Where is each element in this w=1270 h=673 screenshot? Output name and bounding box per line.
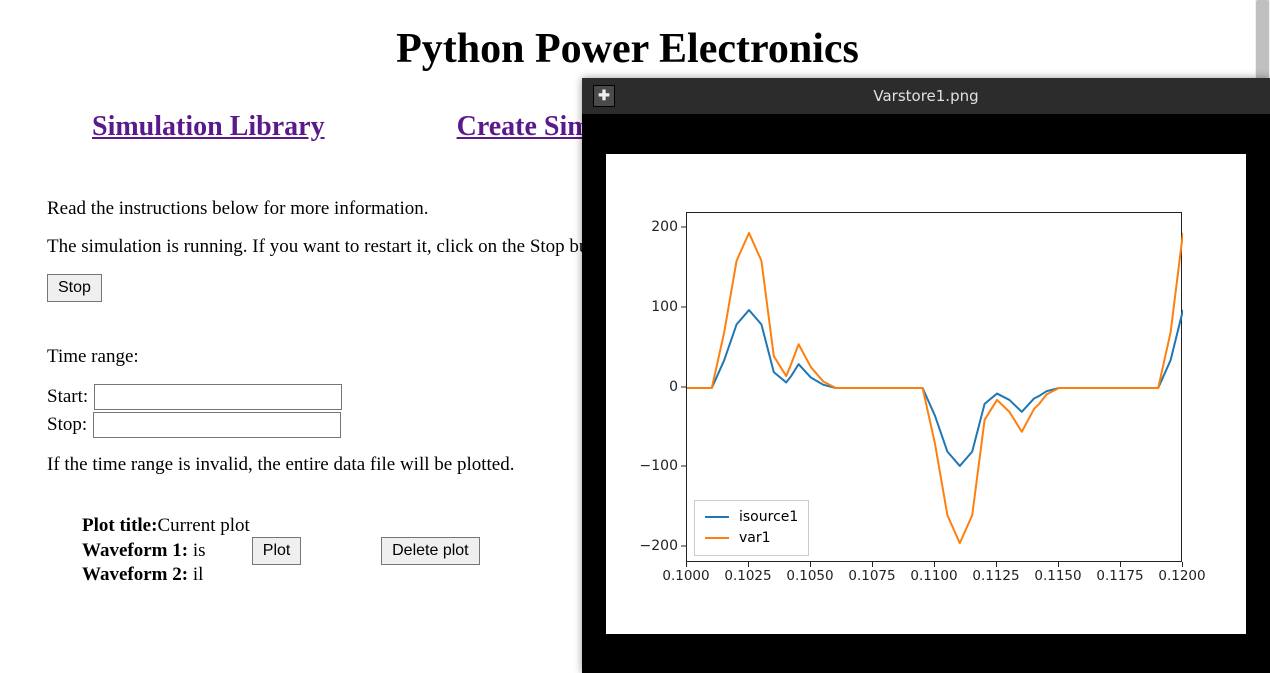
viewer-title: Varstore1.png [582, 87, 1270, 105]
chart-legend: isource1 var1 [694, 500, 809, 556]
y-tick-label: 200 [606, 219, 678, 235]
x-tick-label: 0.1000 [662, 568, 709, 584]
x-tick-label: 0.1150 [1034, 568, 1081, 584]
nav-simulation-library[interactable]: Simulation Library [92, 111, 325, 142]
image-viewer-window[interactable]: ✚ Varstore1.png isource1 var1 −200 −100 0 1… [582, 78, 1270, 673]
x-tick-label: 0.1200 [1158, 568, 1205, 584]
waveform1-value: is [193, 540, 206, 561]
waveform1-label: Waveform 1: [82, 540, 193, 561]
x-tick-label: 0.1100 [910, 568, 957, 584]
maximize-icon[interactable]: ✚ [593, 85, 615, 107]
legend-label-var1: var1 [739, 530, 771, 546]
y-tick-label: 100 [606, 299, 678, 315]
legend-swatch-var1 [705, 537, 729, 539]
plot-button[interactable]: Plot [252, 537, 302, 565]
x-tick-label: 0.1050 [786, 568, 833, 584]
scrollbar-thumb[interactable] [1256, 0, 1269, 85]
stop-input[interactable] [93, 412, 341, 438]
stop-button[interactable]: Stop [47, 274, 102, 302]
viewer-body: isource1 var1 −200 −100 0 100 200 0.1000 0.102… [582, 114, 1270, 673]
waveform2-value: il [193, 564, 204, 585]
plot-info: Plot title:Current plot Waveform 1: is W… [82, 514, 250, 588]
start-label: Start: [47, 386, 88, 408]
y-tick-label: −100 [606, 458, 678, 474]
page-title: Python Power Electronics [47, 25, 1208, 73]
x-tick-label: 0.1025 [724, 568, 771, 584]
y-tick-label: −200 [606, 538, 678, 554]
waveform2-label: Waveform 2: [82, 564, 193, 585]
x-tick-label: 0.1075 [848, 568, 895, 584]
legend-swatch-isource1 [705, 516, 729, 518]
plot-title-value: Current plot [157, 515, 249, 536]
legend-label-isource1: isource1 [739, 509, 798, 525]
viewer-titlebar[interactable]: ✚ Varstore1.png [582, 78, 1270, 114]
x-tick-label: 0.1125 [972, 568, 1019, 584]
y-tick-label: 0 [606, 379, 678, 395]
delete-plot-button[interactable]: Delete plot [381, 537, 480, 565]
x-tick-label: 0.1175 [1096, 568, 1143, 584]
series-var1 [687, 232, 1183, 542]
stop-time-label: Stop: [47, 414, 87, 436]
plot-title-label: Plot title: [82, 515, 157, 536]
chart-canvas: isource1 var1 −200 −100 0 100 200 0.1000 0.102… [606, 154, 1246, 634]
start-input[interactable] [94, 384, 342, 410]
